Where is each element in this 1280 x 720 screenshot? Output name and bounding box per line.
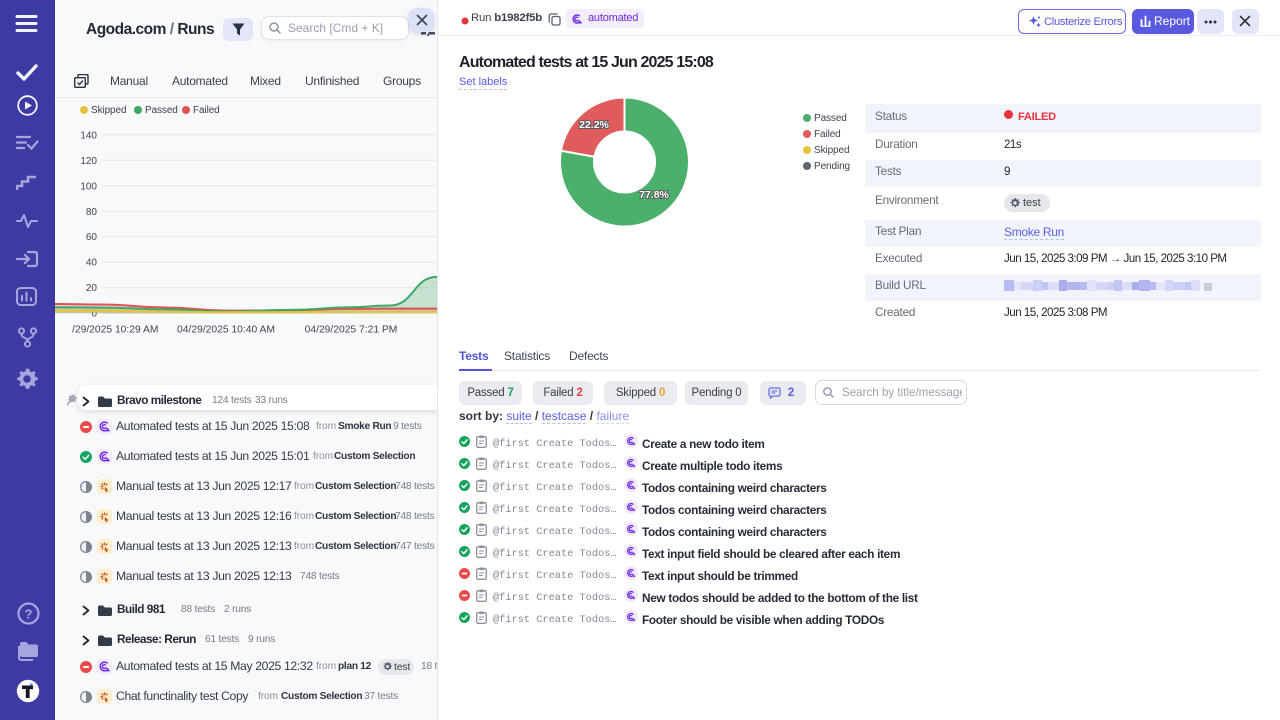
- svg-text:100: 100: [80, 181, 97, 192]
- svg-text:20: 20: [86, 283, 98, 294]
- svg-text:?: ?: [25, 607, 33, 622]
- svg-text:/29/2025 10:29 AM: /29/2025 10:29 AM: [72, 325, 158, 336]
- svg-text:22.2%: 22.2%: [579, 119, 609, 131]
- svg-text:77.8%: 77.8%: [639, 189, 669, 201]
- svg-text:40: 40: [86, 258, 98, 269]
- svg-text:80: 80: [86, 207, 98, 218]
- svg-text:04/29/2025 7:21 PM: 04/29/2025 7:21 PM: [305, 325, 398, 336]
- svg-text:140: 140: [80, 130, 97, 141]
- svg-text:04/29/2025 10:40 AM: 04/29/2025 10:40 AM: [177, 325, 275, 336]
- svg-text:60: 60: [86, 232, 98, 243]
- svg-text:120: 120: [80, 156, 97, 167]
